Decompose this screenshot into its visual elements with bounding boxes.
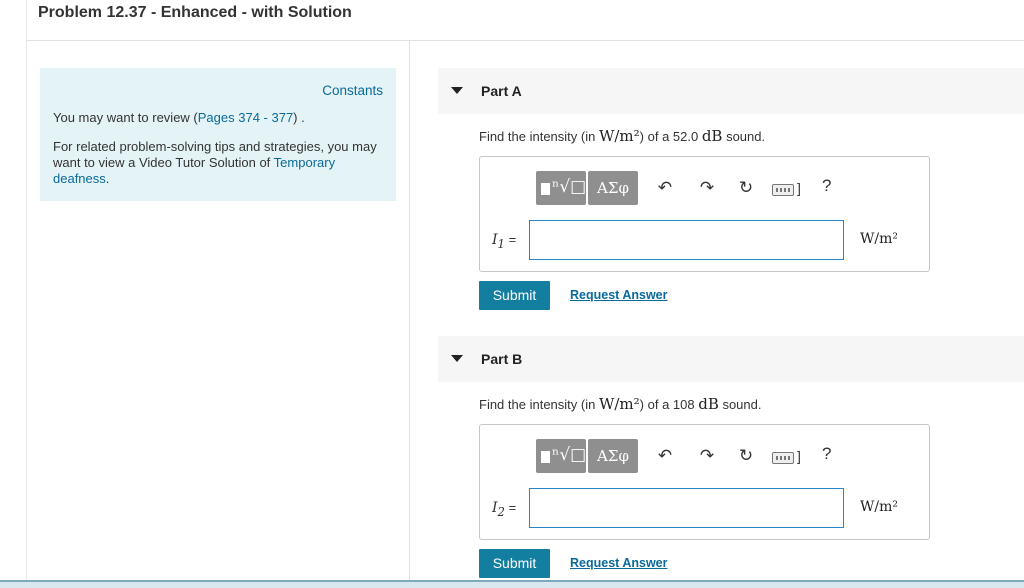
help-icon[interactable]: ? bbox=[822, 444, 831, 464]
radical-icon: ⁿ√□ bbox=[552, 445, 587, 465]
math-toolbar: ⁿ√□ ΑΣφ ↶ ↷ ↻ ] ? bbox=[536, 439, 836, 473]
question-suffix: sound. bbox=[718, 397, 762, 412]
title-divider bbox=[26, 40, 1024, 41]
collapse-caret-icon[interactable] bbox=[451, 355, 463, 362]
question-suffix: sound. bbox=[722, 129, 766, 144]
math-toolbar: ⁿ√□ ΑΣφ ↶ ↷ ↻ ] ? bbox=[536, 171, 836, 205]
undo-icon[interactable]: ↶ bbox=[655, 446, 675, 466]
redo-icon[interactable]: ↷ bbox=[697, 178, 717, 198]
radical-icon: ⁿ√□ bbox=[552, 177, 587, 197]
question-prefix: Find the intensity (in bbox=[479, 397, 599, 412]
review-text: You may want to review (Pages 374 - 377)… bbox=[53, 110, 305, 125]
equals-sign: = bbox=[504, 232, 517, 247]
review-suffix: ) . bbox=[293, 110, 305, 125]
related-end: . bbox=[105, 171, 110, 186]
bottom-scroll-bar[interactable] bbox=[0, 580, 1024, 588]
reset-icon[interactable]: ↻ bbox=[736, 178, 756, 198]
variable-label: I1 = bbox=[492, 232, 516, 251]
question-db: dB bbox=[698, 395, 719, 413]
greek-symbols-button[interactable]: ΑΣφ bbox=[588, 439, 638, 473]
keyboard-shortcut-bracket: ] bbox=[797, 448, 801, 464]
greek-symbols-button[interactable]: ΑΣφ bbox=[588, 171, 638, 205]
variable-label: I2 = bbox=[492, 500, 516, 519]
redo-icon[interactable]: ↷ bbox=[697, 446, 717, 466]
constants-link[interactable]: Constants bbox=[322, 83, 383, 98]
part-b-title: Part B bbox=[481, 351, 523, 367]
submit-button[interactable]: Submit bbox=[479, 281, 550, 310]
keyboard-icon[interactable] bbox=[772, 452, 794, 464]
page-left-border bbox=[26, 0, 27, 588]
collapse-caret-icon[interactable] bbox=[451, 87, 463, 94]
review-prefix: You may want to review ( bbox=[53, 110, 198, 125]
request-answer-link[interactable]: Request Answer bbox=[570, 556, 667, 570]
variable-subscript: 1 bbox=[497, 236, 505, 251]
reset-icon[interactable]: ↻ bbox=[736, 446, 756, 466]
part-a-header[interactable]: Part A bbox=[438, 68, 1024, 114]
part-b-answer-box: ⁿ√□ ΑΣφ ↶ ↷ ↻ ] ? I2 = W/m² bbox=[479, 424, 930, 540]
part-a-answer-box: ⁿ√□ ΑΣφ ↶ ↷ ↻ ] ? I1 = W/m² bbox=[479, 156, 930, 272]
question-db: dB bbox=[701, 127, 723, 145]
answer-input[interactable] bbox=[529, 220, 844, 260]
answer-unit: W/m² bbox=[860, 499, 898, 515]
submit-button[interactable]: Submit bbox=[479, 549, 550, 578]
question-value: ) of a 108 bbox=[639, 397, 699, 412]
question-unit: W/m² bbox=[598, 127, 640, 145]
undo-icon[interactable]: ↶ bbox=[655, 178, 675, 198]
pages-link[interactable]: Pages 374 - 377 bbox=[198, 110, 293, 125]
help-icon[interactable]: ? bbox=[822, 176, 831, 196]
question-prefix: Find the intensity (in bbox=[479, 129, 599, 144]
templates-button[interactable]: ⁿ√□ bbox=[536, 439, 586, 473]
request-answer-link[interactable]: Request Answer bbox=[570, 288, 667, 302]
part-a-title: Part A bbox=[481, 83, 522, 99]
related-tips-text: For related problem-solving tips and str… bbox=[53, 139, 383, 187]
question-unit: W/m² bbox=[598, 395, 640, 413]
part-a-question: Find the intensity (in W/m²) of a 52.0 d… bbox=[479, 127, 765, 145]
resources-panel: Constants You may want to review (Pages … bbox=[40, 68, 396, 201]
variable-subscript: 2 bbox=[497, 504, 505, 519]
page-title: Problem 12.37 - Enhanced - with Solution bbox=[38, 4, 352, 21]
part-b-question: Find the intensity (in W/m²) of a 108 dB… bbox=[479, 395, 762, 413]
part-b-header[interactable]: Part B bbox=[438, 336, 1024, 382]
template-square-icon bbox=[541, 183, 550, 195]
template-square-icon bbox=[541, 451, 550, 463]
answer-input[interactable] bbox=[529, 488, 844, 528]
templates-button[interactable]: ⁿ√□ bbox=[536, 171, 586, 205]
column-divider bbox=[409, 40, 410, 588]
question-value: ) of a 52.0 bbox=[639, 129, 702, 144]
keyboard-icon[interactable] bbox=[772, 184, 794, 196]
answer-unit: W/m² bbox=[860, 231, 898, 247]
equals-sign: = bbox=[504, 500, 517, 515]
keyboard-shortcut-bracket: ] bbox=[797, 180, 801, 196]
